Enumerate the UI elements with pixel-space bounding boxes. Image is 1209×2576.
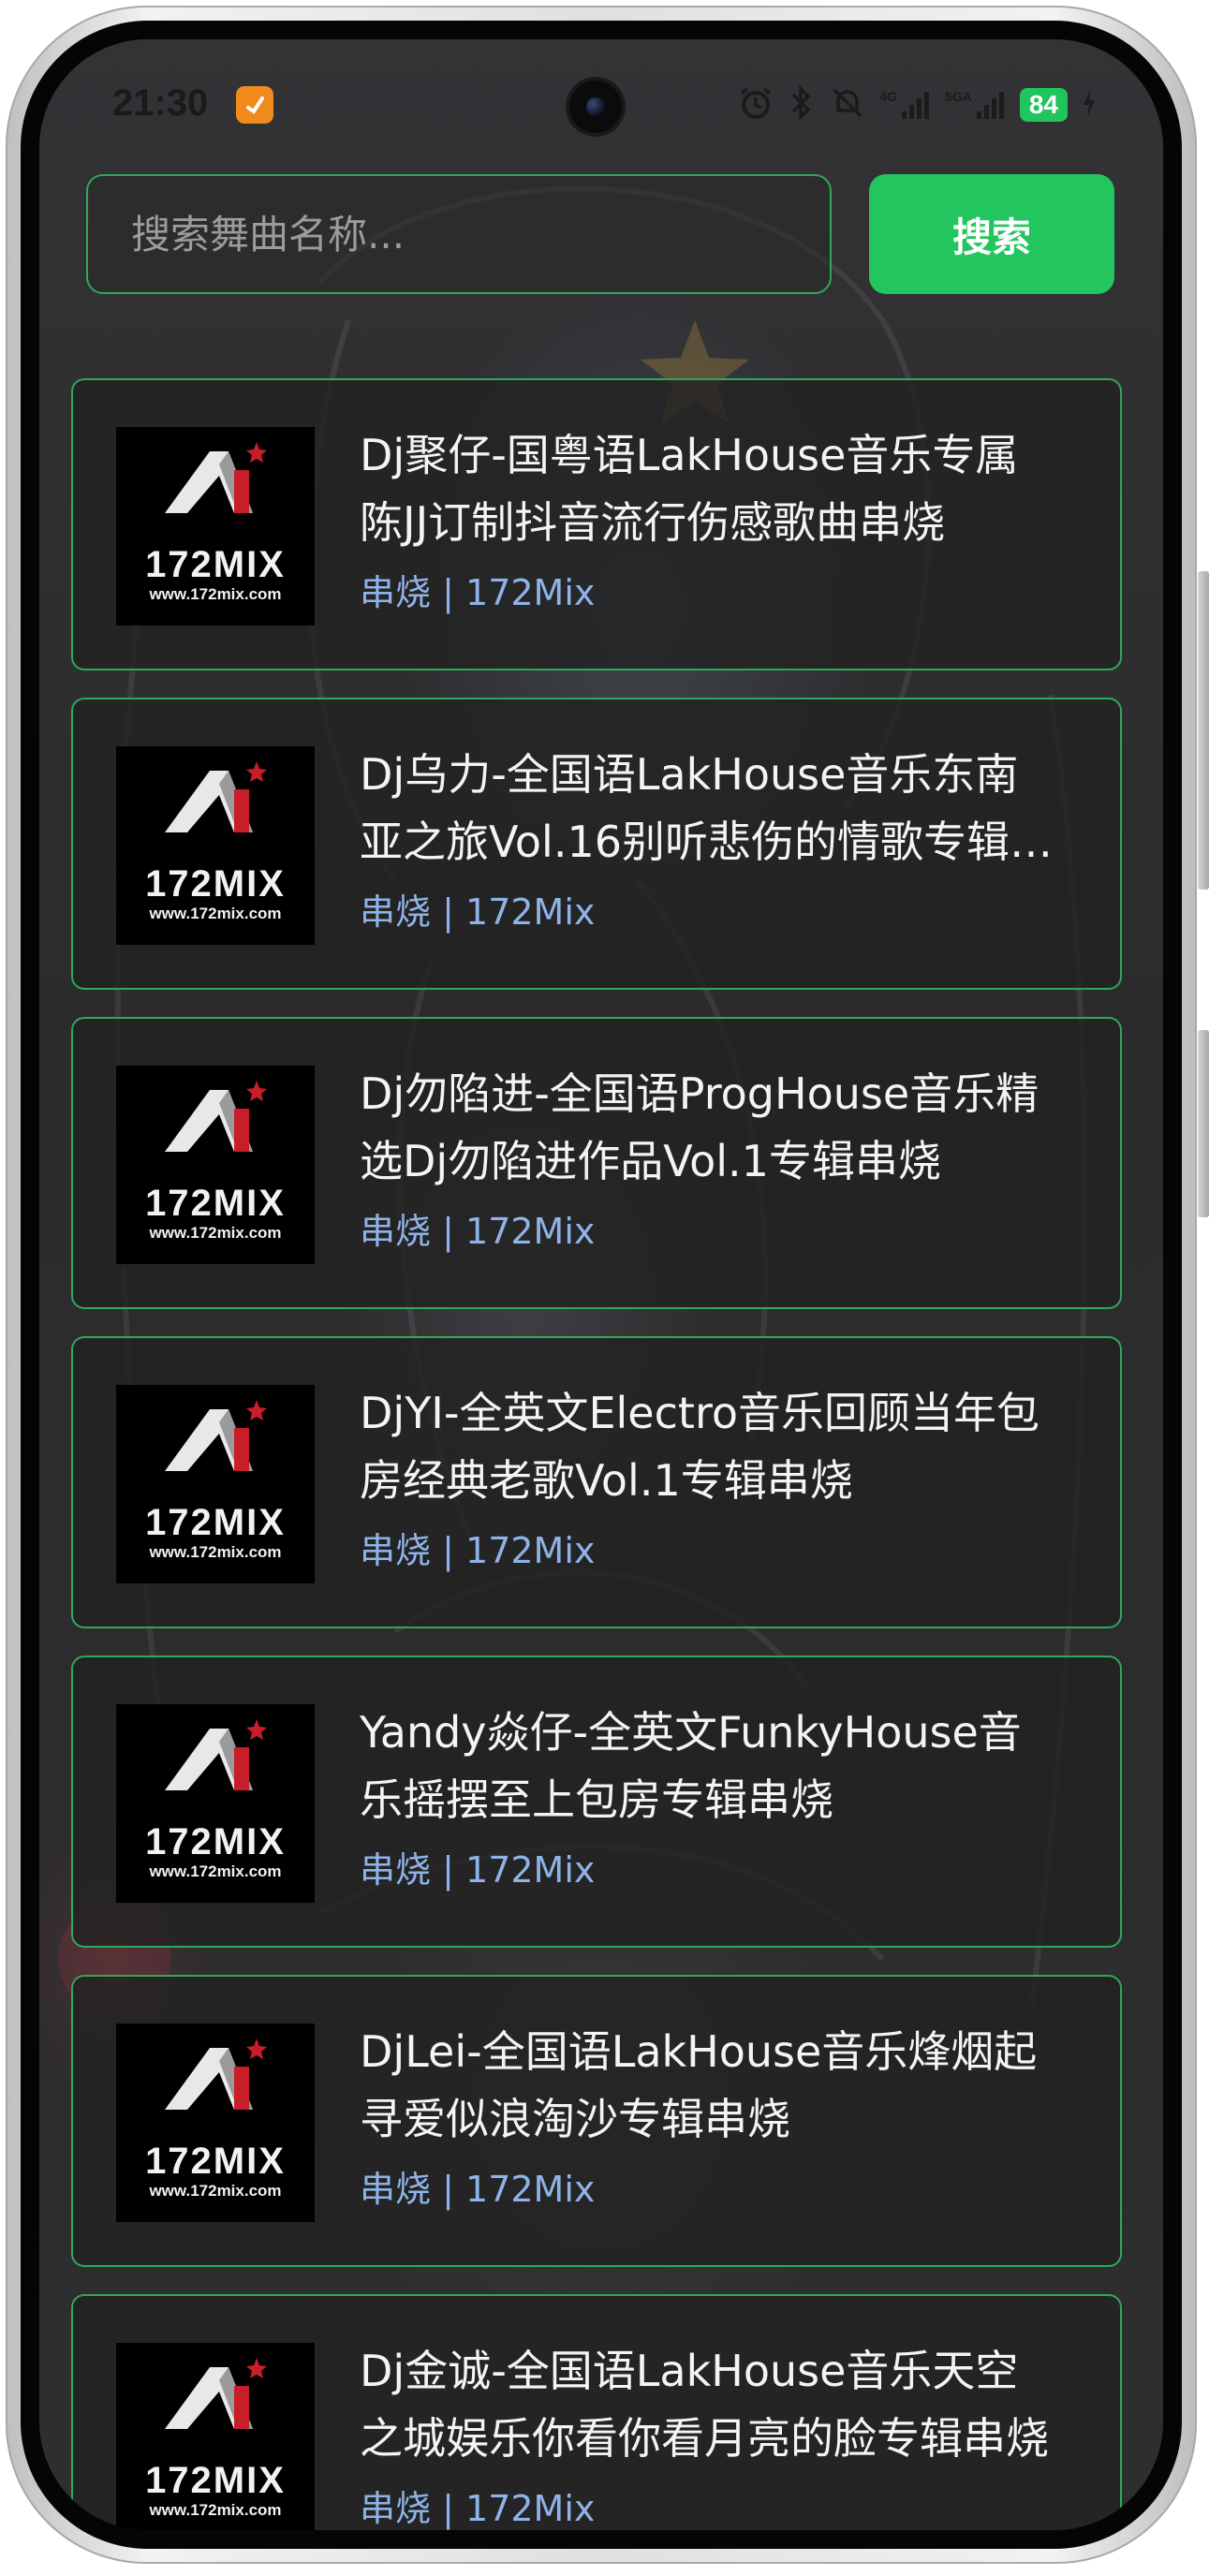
- network-type-label-2: 5GA: [945, 89, 972, 104]
- svg-text:www.172mix.com: www.172mix.com: [148, 2182, 281, 2200]
- track-card-1[interactable]: 172MIX www.172mix.com Dj聚仔-国粤语LakHouse音乐…: [71, 378, 1122, 670]
- svg-text:www.172mix.com: www.172mix.com: [148, 1543, 281, 1561]
- track-meta: 串烧 | 172Mix: [360, 883, 595, 935]
- track-category: 串烧: [360, 1849, 432, 1891]
- track-card-3[interactable]: 172MIX www.172mix.com Dj勿陷进-全国语ProgHouse…: [71, 1017, 1122, 1309]
- meta-separator: |: [442, 891, 454, 933]
- cellular-signal-2-icon: 5GA: [945, 89, 1007, 121]
- alarm-icon: [737, 84, 774, 125]
- meta-separator: |: [442, 2169, 454, 2210]
- silent-mode-icon: [829, 84, 866, 125]
- app-screen: 21:30 4G 5GA 84 搜索舞曲名称... 搜索 172MIX www.…: [39, 39, 1163, 2530]
- track-category: 串烧: [360, 2488, 432, 2529]
- svg-text:www.172mix.com: www.172mix.com: [148, 1224, 281, 1242]
- svg-text:172MIX: 172MIX: [145, 1502, 286, 1543]
- track-thumbnail: 172MIX www.172mix.com: [116, 1385, 315, 1583]
- track-meta: 串烧 | 172Mix: [360, 2160, 595, 2212]
- svg-text:172MIX: 172MIX: [145, 1183, 286, 1224]
- track-title: Dj乌力-全国语LakHouse音乐东南亚之旅Vol.16别听悲伤的情歌专辑串烧: [360, 749, 1053, 867]
- svg-text:172MIX: 172MIX: [145, 544, 286, 585]
- track-thumbnail: 172MIX www.172mix.com: [116, 746, 315, 945]
- track-source: 172Mix: [465, 2169, 596, 2210]
- track-card-5[interactable]: 172MIX www.172mix.com Yandy焱仔-全英文FunkyHo…: [71, 1656, 1122, 1948]
- bluetooth-icon: [788, 84, 816, 125]
- 172mix-logo-icon: 172MIX www.172mix.com: [116, 2024, 315, 2222]
- meta-separator: |: [442, 1211, 454, 1252]
- track-source: 172Mix: [465, 891, 596, 933]
- track-title: DjLei-全国语LakHouse音乐烽烟起寻爱似浪淘沙专辑串烧: [360, 2026, 1038, 2144]
- search-input[interactable]: [86, 174, 832, 294]
- svg-text:www.172mix.com: www.172mix.com: [148, 585, 281, 603]
- track-category: 串烧: [360, 891, 432, 933]
- meta-separator: |: [442, 2488, 454, 2529]
- meta-separator: |: [442, 1530, 454, 1571]
- track-thumbnail: 172MIX www.172mix.com: [116, 1704, 315, 1903]
- network-type-label: 4G: [879, 89, 898, 104]
- status-bar: 21:30 4G 5GA 84: [39, 39, 1163, 170]
- svg-text:www.172mix.com: www.172mix.com: [148, 1862, 281, 1880]
- cellular-signal-1-icon: 4G: [879, 89, 932, 121]
- 172mix-logo-icon: 172MIX www.172mix.com: [116, 746, 315, 945]
- track-title: Yandy焱仔-全英文FunkyHouse音乐摇摆至上包房专辑串烧: [360, 1707, 1022, 1825]
- track-category: 串烧: [360, 2169, 432, 2210]
- svg-text:172MIX: 172MIX: [145, 2141, 286, 2182]
- track-meta: 串烧 | 172Mix: [360, 564, 595, 615]
- svg-text:www.172mix.com: www.172mix.com: [148, 905, 281, 922]
- track-source: 172Mix: [465, 1530, 596, 1571]
- track-source: 172Mix: [465, 2488, 596, 2529]
- 172mix-logo-icon: 172MIX www.172mix.com: [116, 427, 315, 626]
- track-meta: 串烧 | 172Mix: [360, 1202, 595, 1254]
- track-source: 172Mix: [465, 572, 596, 613]
- track-meta: 串烧 | 172Mix: [360, 2480, 595, 2530]
- track-card-2[interactable]: 172MIX www.172mix.com Dj乌力-全国语LakHouse音乐…: [71, 698, 1122, 990]
- 172mix-logo-icon: 172MIX www.172mix.com: [116, 1385, 315, 1583]
- track-source: 172Mix: [465, 1849, 596, 1891]
- search-button[interactable]: 搜索: [869, 174, 1114, 294]
- battery-level: 84: [1019, 88, 1068, 122]
- 172mix-logo-icon: 172MIX www.172mix.com: [116, 1704, 315, 1903]
- track-card-7[interactable]: 172MIX www.172mix.com Dj金诚-全国语LakHouse音乐…: [71, 2294, 1122, 2530]
- svg-text:172MIX: 172MIX: [145, 863, 286, 905]
- track-title: Dj聚仔-国粤语LakHouse音乐专属陈JJ订制抖音流行伤感歌曲串烧: [360, 430, 1019, 548]
- track-card-6[interactable]: 172MIX www.172mix.com DjLei-全国语LakHouse音…: [71, 1975, 1122, 2267]
- track-category: 串烧: [360, 1211, 432, 1252]
- 172mix-logo-icon: 172MIX www.172mix.com: [116, 2343, 315, 2530]
- volume-button: [1198, 571, 1209, 890]
- svg-text:www.172mix.com: www.172mix.com: [148, 2501, 281, 2519]
- front-camera: [569, 81, 622, 133]
- track-title: DjYI-全英文Electro音乐回顾当年包房经典老歌Vol.1专辑串烧: [360, 1388, 1039, 1506]
- svg-text:172MIX: 172MIX: [145, 2460, 286, 2501]
- track-title: Dj勿陷进-全国语ProgHouse音乐精选Dj勿陷进作品Vol.1专辑串烧: [360, 1068, 1039, 1186]
- track-meta: 串烧 | 172Mix: [360, 1841, 595, 1892]
- track-thumbnail: 172MIX www.172mix.com: [116, 427, 315, 626]
- svg-text:172MIX: 172MIX: [145, 1821, 286, 1862]
- 172mix-logo-icon: 172MIX www.172mix.com: [116, 1066, 315, 1264]
- track-thumbnail: 172MIX www.172mix.com: [116, 1066, 315, 1264]
- track-category: 串烧: [360, 1530, 432, 1571]
- meta-separator: |: [442, 572, 454, 613]
- track-meta: 串烧 | 172Mix: [360, 1522, 595, 1573]
- track-source: 172Mix: [465, 1211, 596, 1252]
- track-category: 串烧: [360, 572, 432, 613]
- phone-device: 21:30 4G 5GA 84 搜索舞曲名称... 搜索 172MIX www.…: [0, 0, 1209, 2576]
- track-card-4[interactable]: 172MIX www.172mix.com DjYI-全英文Electro音乐回…: [71, 1336, 1122, 1628]
- track-title: Dj金诚-全国语LakHouse音乐天空之城娱乐你看你看月亮的脸专辑串烧: [360, 2346, 1049, 2464]
- power-button: [1198, 1030, 1209, 1217]
- app-notification-icon: [236, 86, 273, 124]
- status-icons: 4G 5GA 84: [737, 81, 1098, 129]
- meta-separator: |: [442, 1849, 454, 1891]
- track-thumbnail: 172MIX www.172mix.com: [116, 2343, 315, 2530]
- charging-icon: [1081, 87, 1098, 123]
- track-thumbnail: 172MIX www.172mix.com: [116, 2024, 315, 2222]
- clock-time: 21:30: [112, 82, 209, 124]
